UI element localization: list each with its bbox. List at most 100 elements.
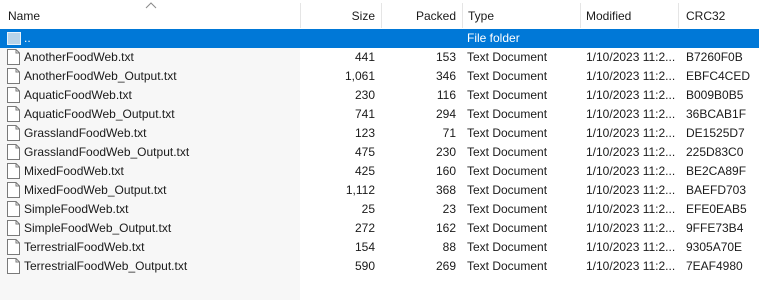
file-size: 272 (354, 221, 375, 235)
file-packed-size: 294 (435, 107, 456, 121)
file-modified: 1/10/2023 11:2... (586, 183, 676, 197)
text-file-icon (7, 201, 20, 217)
file-row[interactable]: GrasslandFoodWeb.txt 123 71 Text Document 1/… (0, 124, 759, 143)
text-file-icon (7, 68, 20, 84)
parent-folder-name: .. (24, 31, 31, 45)
file-row[interactable]: SimpleFoodWeb.txt 25 23 Text Document 1/10/2… (0, 200, 759, 219)
file-row[interactable]: MixedFoodWeb_Output.txt 1,112 368 Text Docu… (0, 181, 759, 200)
file-crc32: B7260F0B (686, 50, 743, 64)
file-crc32: EBFC4CED (686, 69, 751, 83)
file-row[interactable]: TerrestrialFoodWeb_Output.txt 590 269 Text … (0, 257, 759, 276)
text-file-icon (7, 144, 20, 160)
file-modified: 1/10/2023 11:2... (586, 240, 676, 254)
column-header-crc32[interactable]: CRC32 (680, 0, 759, 29)
file-row[interactable]: MixedFoodWeb.txt 425 160 Text Document 1/10/… (0, 162, 759, 181)
file-crc32: BE2CA89F (686, 164, 747, 178)
file-row[interactable]: AquaticFoodWeb.txt 230 116 Text Document 1/1… (0, 86, 759, 105)
file-packed-size: 71 (442, 126, 456, 140)
file-name: MixedFoodWeb.txt (24, 164, 124, 178)
file-packed-size: 88 (442, 240, 456, 254)
file-row[interactable]: GrasslandFoodWeb_Output.txt 475 230 Text Do… (0, 143, 759, 162)
file-modified: 1/10/2023 11:2... (586, 164, 676, 178)
file-crc32: 225D83C0 (686, 145, 744, 159)
file-crc32: EFE0EAB5 (686, 202, 747, 216)
text-file-icon (7, 125, 20, 141)
text-file-icon (7, 163, 20, 179)
file-type: Text Document (467, 88, 548, 102)
file-modified: 1/10/2023 11:2... (586, 145, 676, 159)
file-name: SimpleFoodWeb.txt (24, 202, 129, 216)
column-header-modified[interactable]: Modified (580, 0, 678, 29)
file-modified: 1/10/2023 11:2... (586, 88, 676, 102)
file-type: Text Document (467, 107, 548, 121)
file-type: Text Document (467, 259, 548, 273)
parent-folder-type: File folder (467, 31, 520, 45)
file-size: 1,112 (345, 183, 375, 197)
file-modified: 1/10/2023 11:2... (586, 221, 676, 235)
file-packed-size: 23 (442, 202, 456, 216)
file-name: GrasslandFoodWeb_Output.txt (24, 145, 190, 159)
file-modified: 1/10/2023 11:2... (586, 50, 676, 64)
column-header-name[interactable]: Name (2, 0, 300, 29)
file-row[interactable]: AquaticFoodWeb_Output.txt 741 294 Text Docu… (0, 105, 759, 124)
file-packed-size: 160 (435, 164, 456, 178)
file-row[interactable]: AnotherFoodWeb_Output.txt 1,061 346 Text Do… (0, 67, 759, 86)
file-type: Text Document (467, 126, 548, 140)
file-row[interactable]: TerrestrialFoodWeb.txt 154 88 Text Document… (0, 238, 759, 257)
file-packed-size: 116 (436, 88, 456, 102)
file-packed-size: 153 (435, 50, 456, 64)
file-name: AquaticFoodWeb.txt (24, 88, 132, 102)
file-name: SimpleFoodWeb_Output.txt (24, 221, 172, 235)
parent-folder-row[interactable]: .. File folder (0, 29, 759, 48)
file-size: 441 (354, 50, 375, 64)
file-crc32: DE1525D7 (686, 126, 745, 140)
file-size: 1,061 (344, 69, 375, 83)
file-size: 741 (354, 107, 375, 121)
file-type: Text Document (467, 50, 548, 64)
file-size: 154 (354, 240, 375, 254)
file-type: Text Document (467, 164, 548, 178)
column-header-size[interactable]: Size (301, 0, 381, 29)
file-crc32: 7EAF4980 (686, 259, 743, 273)
file-size: 590 (354, 259, 375, 273)
file-crc32: BAEFD703 (686, 183, 747, 197)
text-file-icon (7, 239, 20, 255)
file-crc32: B009B0B5 (686, 88, 744, 102)
file-crc32: 9305A70E (686, 240, 743, 254)
text-file-icon (7, 182, 20, 198)
file-type: Text Document (467, 145, 548, 159)
text-file-icon (7, 258, 20, 274)
file-name: GrasslandFoodWeb.txt (24, 126, 147, 140)
file-size: 25 (361, 202, 375, 216)
file-packed-size: 346 (435, 69, 456, 83)
file-name: MixedFoodWeb_Output.txt (24, 183, 167, 197)
file-type: Text Document (467, 69, 548, 83)
text-file-icon (7, 106, 20, 122)
column-header-bar: Name Size Packed Type Modified CRC32 (0, 0, 759, 30)
file-type: Text Document (467, 183, 548, 197)
file-row[interactable]: SimpleFoodWeb_Output.txt 272 162 Text Docum… (0, 219, 759, 238)
file-name: AnotherFoodWeb.txt (24, 50, 134, 64)
file-name: AquaticFoodWeb_Output.txt (24, 107, 175, 121)
file-type: Text Document (467, 202, 548, 216)
file-size: 230 (354, 88, 375, 102)
file-row[interactable]: AnotherFoodWeb.txt 441 153 Text Document 1/1… (0, 48, 759, 67)
file-type: Text Document (467, 240, 548, 254)
file-name: AnotherFoodWeb_Output.txt (24, 69, 177, 83)
file-type: Text Document (467, 221, 548, 235)
file-packed-size: 230 (435, 145, 456, 159)
text-file-icon (7, 220, 20, 236)
file-packed-size: 162 (435, 221, 456, 235)
column-header-packed[interactable]: Packed (382, 0, 462, 29)
file-name: TerrestrialFoodWeb_Output.txt (24, 259, 188, 273)
file-modified: 1/10/2023 11:2... (586, 126, 676, 140)
file-packed-size: 368 (435, 183, 456, 197)
file-size: 123 (354, 126, 375, 140)
column-header-type[interactable]: Type (462, 0, 580, 29)
file-modified: 1/10/2023 11:2... (586, 259, 676, 273)
column-divider[interactable] (678, 3, 679, 28)
file-name: TerrestrialFoodWeb.txt (24, 240, 145, 254)
file-modified: 1/10/2023 11:2... (586, 107, 676, 121)
file-size: 475 (354, 145, 375, 159)
file-modified: 1/10/2023 11:2... (586, 202, 676, 216)
